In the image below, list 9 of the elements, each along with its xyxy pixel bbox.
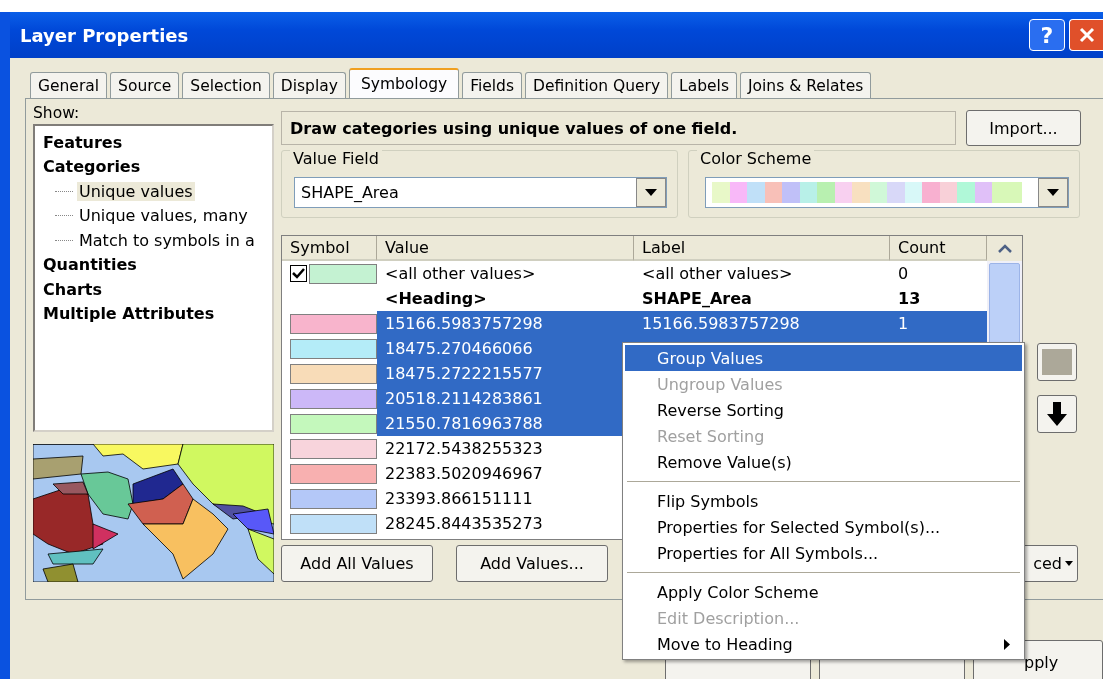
label-cell-text: SHAPE_Area [641, 288, 753, 310]
label-cell: 15166.5983757298 [634, 311, 890, 336]
label-cell-text: <all other values> [641, 263, 794, 285]
count-cell-text: 13 [897, 288, 922, 310]
description-text: Draw categories using unique values of one field. [281, 111, 956, 145]
show-label: Show: [33, 104, 80, 122]
window-title: Layer Properties [20, 24, 190, 46]
count-cell-text: 0 [897, 263, 910, 285]
count-cell: 1 [890, 311, 987, 336]
